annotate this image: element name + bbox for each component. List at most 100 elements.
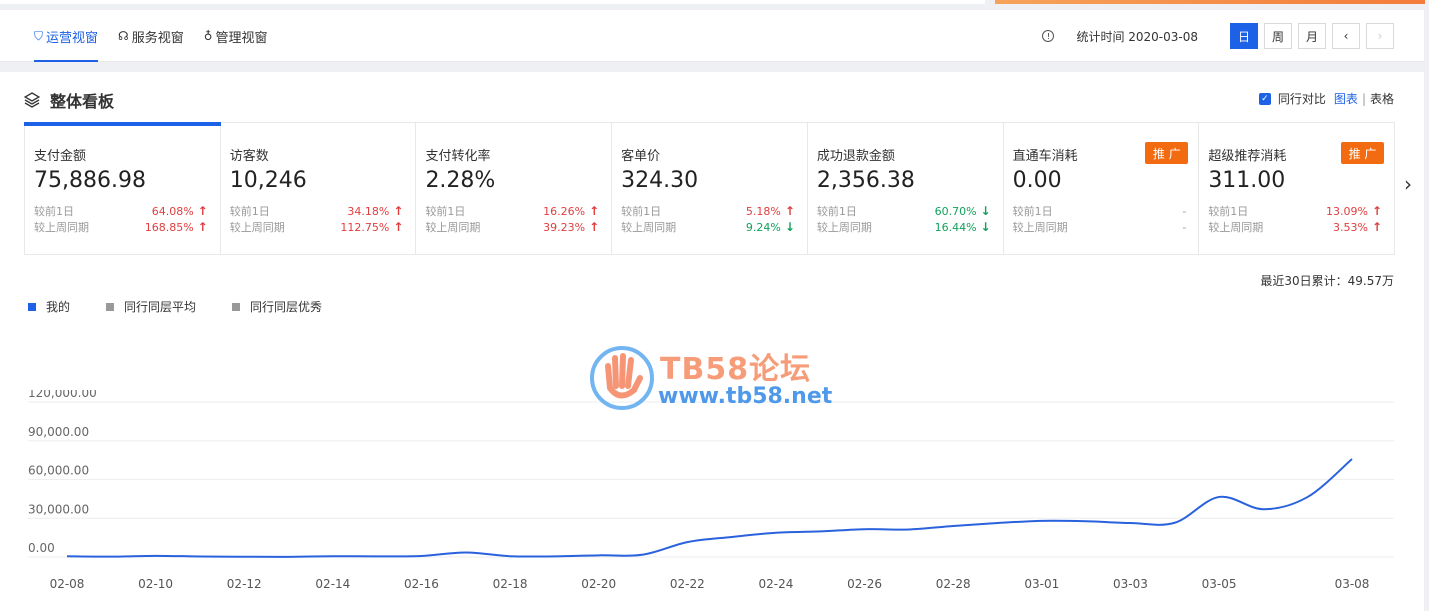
top-strip — [0, 0, 1429, 10]
y-tick-label: 0.00 — [28, 541, 55, 555]
compare-value: 112.75% ↑ — [340, 219, 403, 235]
compare-label: 较上周同期 — [229, 221, 285, 234]
tab-service[interactable]: ☊ 服务视窗 — [118, 10, 184, 62]
panel-title: 整体看板 — [24, 88, 114, 112]
compare-row: 较上周同期 39.23% ↑ — [425, 219, 599, 235]
y-tick-label: 120,000.00 — [28, 390, 97, 400]
compare-label: 较前1日 — [425, 205, 466, 218]
period-week-button[interactable]: 周 — [1264, 23, 1292, 49]
compare-percent: 16.26% — [543, 204, 586, 218]
compare-label: 较上周同期 — [425, 221, 481, 234]
x-tick-label: 02-24 — [759, 577, 794, 591]
period-month-button[interactable]: 月 — [1298, 23, 1326, 49]
metric-cards: 支付金额 75,886.98 较前1日 64.08% ↑ 较上周同期 168.8… — [24, 122, 1396, 255]
x-tick-label: 03-08 — [1335, 577, 1370, 591]
compare-label: 较上周同期 — [816, 221, 872, 234]
metric-value: 324.30 — [621, 168, 699, 193]
compare-percent: 13.09% — [1326, 204, 1368, 218]
panel-title-text: 整体看板 — [50, 92, 115, 111]
metric-name: 成功退款金额 — [816, 149, 895, 164]
info-icon[interactable]: ! — [1042, 30, 1055, 42]
arrow-up-icon: ↑ — [589, 204, 600, 218]
arrow-up-icon: ↑ — [589, 220, 600, 234]
legend-label: 同行同层优秀 — [250, 300, 323, 314]
metric-card[interactable]: 客单价 324.30 较前1日 5.18% ↑ 较上周同期 9.24% ↓ — [612, 123, 808, 255]
metric-card[interactable]: 直通车消耗 0.00 推 广 较前1日 - 较上周同期 - — [1004, 123, 1200, 255]
arrow-down-icon: ↓ — [980, 220, 991, 234]
tab-label: 服务视窗 — [131, 30, 184, 46]
x-tick-label: 03-03 — [1113, 577, 1148, 591]
arrow-up-icon: ↑ — [393, 220, 404, 234]
x-tick-label: 02-28 — [936, 577, 971, 591]
metric-name: 访客数 — [229, 149, 269, 164]
view-separator: | — [1361, 91, 1366, 106]
x-tick-label: 02-16 — [404, 577, 439, 591]
view-table-link[interactable]: 表格 — [1370, 90, 1394, 107]
compare-value: 34.18% ↑ — [347, 203, 403, 219]
period-day-button[interactable]: 日 — [1230, 23, 1258, 49]
prev-date-button[interactable]: ‹ — [1332, 23, 1360, 49]
compare-percent: 168.85% — [144, 220, 194, 234]
tab-management[interactable]: ♁ 管理视窗 — [204, 10, 268, 62]
x-tick-label: 02-12 — [227, 577, 262, 591]
arrow-down-icon: ↓ — [980, 204, 991, 218]
x-tick-label: 02-10 — [138, 577, 173, 591]
compare-row: 较上周同期 9.24% ↓ — [621, 219, 795, 235]
legend-label: 我的 — [46, 300, 71, 314]
compare-value: - — [1182, 203, 1186, 219]
tab-operations[interactable]: ⛉ 运营视窗 — [34, 10, 99, 62]
metric-value: 10,246 — [229, 168, 307, 193]
x-tick-label: 02-08 — [50, 577, 85, 591]
compare-label: 较前1日 — [1012, 205, 1053, 218]
x-tick-label: 02-22 — [670, 577, 705, 591]
y-tick-label: 90,000.00 — [28, 425, 89, 439]
compare-value: - — [1182, 219, 1186, 235]
compare-label: 较上周同期 — [621, 221, 677, 234]
compare-percent: 3.53% — [1333, 220, 1368, 234]
compare-percent: 64.08% — [151, 204, 194, 218]
compare-row: 较前1日 64.08% ↑ — [34, 203, 208, 219]
legend-item-peer-excellent[interactable]: 同行同层优秀 — [232, 298, 322, 315]
legend-item-peer-average[interactable]: 同行同层平均 — [106, 298, 196, 315]
line-chart: 120,000.00 90,000.00 60,000.00 30,000.00 0.0… — [28, 390, 1394, 591]
compare-row: 较前1日 5.18% ↑ — [621, 203, 795, 219]
compare-value: 9.24% ↓ — [746, 219, 795, 235]
compare-value: 168.85% ↑ — [145, 219, 208, 235]
compare-label: 较上周同期 — [34, 221, 89, 234]
metric-name: 支付转化率 — [425, 149, 491, 164]
y-tick-label: 30,000.00 — [28, 502, 89, 516]
promote-button[interactable]: 推 广 — [1341, 142, 1385, 164]
compare-percent: 16.44% — [934, 220, 977, 234]
compare-label: 同行对比 — [1277, 92, 1326, 106]
compare-value: 5.18% ↑ — [746, 203, 795, 219]
metric-value: 0.00 — [1012, 168, 1062, 193]
compare-row: 较上周同期 16.44% ↓ — [817, 219, 991, 235]
chart-legend: 我的 同行同层平均 同行同层优秀 — [28, 298, 322, 315]
promote-button[interactable]: 推 广 — [1145, 142, 1189, 164]
compare-percent: - — [1182, 220, 1187, 234]
compare-checkbox[interactable]: ✓ — [1258, 92, 1271, 105]
compare-row: 较前1日 13.09% ↑ — [1208, 203, 1382, 219]
metric-card[interactable]: 超级推荐消耗 311.00 推 广 较前1日 13.09% ↑ 较上周同期 3.… — [1199, 123, 1396, 255]
x-tick-label: 03-05 — [1202, 577, 1237, 591]
compare-label: 较前1日 — [34, 205, 74, 218]
series-line-mine — [66, 458, 1353, 558]
compare-value: 39.23% ↑ — [543, 219, 599, 235]
compare-percent: 60.70% — [934, 204, 977, 218]
metric-value: 75,886.98 — [34, 168, 146, 193]
arrow-up-icon: ↑ — [784, 204, 795, 218]
shield-icon: ⛉ — [34, 28, 44, 43]
cards-next-button[interactable]: › — [1404, 172, 1412, 196]
arrow-up-icon: ↑ — [393, 204, 404, 218]
arrow-up-icon: ↑ — [1371, 204, 1383, 218]
metric-card[interactable]: 支付金额 75,886.98 较前1日 64.08% ↑ 较上周同期 168.8… — [24, 122, 221, 255]
metric-card[interactable]: 支付转化率 2.28% 较前1日 16.26% ↑ 较上周同期 39.23% ↑ — [416, 123, 613, 255]
next-date-button[interactable]: › — [1366, 23, 1394, 49]
metric-card[interactable]: 访客数 10,246 较前1日 34.18% ↑ 较上周同期 112.75% ↑ — [221, 123, 417, 255]
compare-percent: 5.18% — [745, 204, 781, 218]
panel-tools: ✓ 同行对比 图表 | 表格 — [1258, 90, 1394, 107]
view-chart-link[interactable]: 图表 — [1334, 90, 1358, 107]
metric-card[interactable]: 成功退款金额 2,356.38 较前1日 60.70% ↓ 较上周同期 16.4… — [808, 123, 1004, 255]
legend-swatch — [232, 302, 241, 311]
legend-item-mine[interactable]: 我的 — [28, 298, 70, 315]
